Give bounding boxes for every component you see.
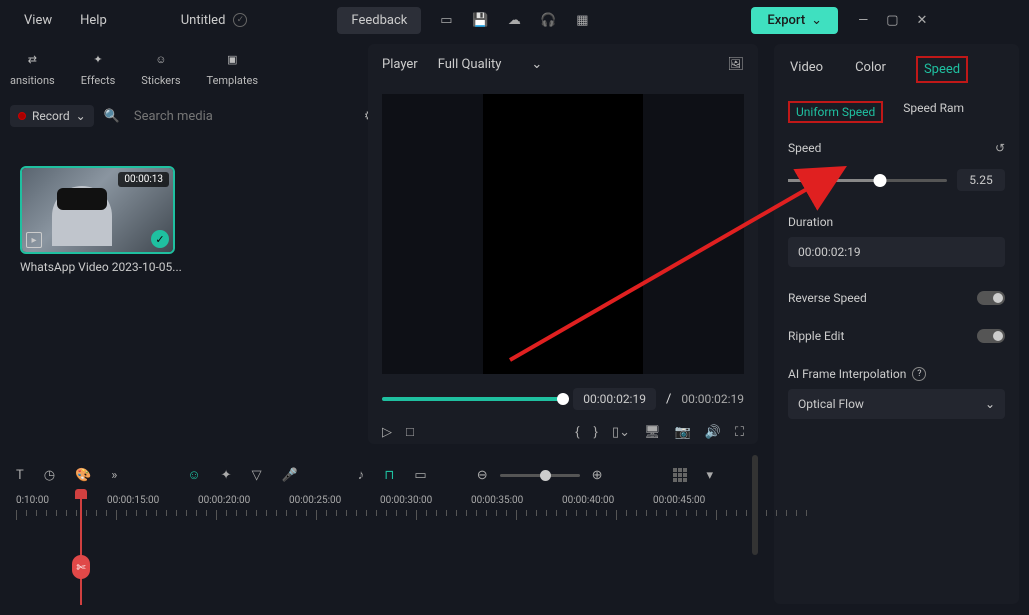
zoom-out-icon[interactable]: ⊖ — [477, 468, 488, 483]
minimize-icon[interactable]: — — [858, 13, 868, 28]
mic-icon[interactable]: 🎤 — [282, 468, 298, 483]
menu-help[interactable]: Help — [66, 7, 121, 34]
tab-transitions[interactable]: ⇄ ansitions — [10, 50, 55, 87]
tab-video[interactable]: Video — [788, 56, 825, 83]
grid-chevron-icon[interactable]: ▾ — [707, 468, 714, 483]
templates-icon: ▣ — [222, 50, 242, 70]
music-icon[interactable]: ♪ — [358, 467, 365, 483]
save-icon[interactable]: 💾 — [471, 11, 489, 29]
timeline-ruler[interactable]: 0:10:00 00:00:15:00 00:00:20:00 00:00:25… — [0, 495, 760, 535]
playhead[interactable] — [80, 495, 82, 605]
chevron-down-icon: ⌄ — [985, 397, 995, 411]
clip-duration: 00:00:13 — [118, 172, 169, 187]
project-title: Untitled — [181, 13, 226, 28]
quality-dropdown[interactable]: Full Quality⌄ — [438, 57, 543, 72]
record-button[interactable]: Record ⌄ — [10, 105, 94, 127]
zoom-in-icon[interactable]: ⊕ — [592, 468, 603, 483]
subtab-speed-ramp[interactable]: Speed Ram — [903, 101, 964, 123]
chevron-down-icon: ⌄ — [76, 109, 86, 123]
clip-name: WhatsApp Video 2023-10-05... — [20, 260, 330, 274]
magnet-icon[interactable]: ⊓ — [384, 468, 394, 483]
clip-used-icon: ✓ — [151, 230, 169, 248]
tab-effects[interactable]: ✦ Effects — [81, 50, 116, 87]
cut-marker[interactable]: ✄ — [72, 555, 90, 579]
help-icon[interactable]: ? — [912, 367, 926, 381]
interp-dropdown[interactable]: Optical Flow ⌄ — [788, 389, 1005, 419]
ripple-edit-toggle[interactable] — [977, 329, 1005, 343]
chevron-down-icon: ⌄ — [531, 57, 542, 72]
expand-icon[interactable]: » — [111, 468, 117, 483]
duration-label: Duration — [788, 215, 1005, 229]
volume-icon[interactable]: 🔊 — [705, 425, 721, 440]
tab-speed[interactable]: Speed — [916, 56, 968, 83]
tab-color[interactable]: Color — [853, 56, 888, 83]
fullscreen-icon[interactable]: ⛶ — [735, 425, 744, 440]
text-tool-icon[interactable]: T — [16, 468, 24, 483]
menu-view[interactable]: View — [10, 7, 66, 34]
cloud-icon[interactable]: ☁ — [505, 11, 523, 29]
tab-templates[interactable]: ▣ Templates — [207, 50, 258, 87]
bracket-left-icon[interactable]: { — [575, 425, 579, 440]
effects-tool-icon[interactable]: ✦ — [221, 468, 232, 483]
subtab-uniform-speed[interactable]: Uniform Speed — [788, 101, 883, 123]
timeline-scrollbar[interactable] — [752, 455, 758, 555]
tab-stickers[interactable]: ☺ Stickers — [141, 50, 180, 87]
progress-knob[interactable] — [557, 393, 569, 405]
duration-input[interactable] — [788, 237, 1005, 267]
chevron-down-icon: ⌄ — [811, 13, 822, 28]
headphones-icon[interactable]: 🎧 — [539, 11, 557, 29]
reset-icon[interactable]: ↺ — [995, 141, 1005, 155]
player-progress[interactable] — [382, 397, 563, 401]
video-badge-icon: ▸ — [26, 232, 42, 248]
apps-icon[interactable]: ▦ — [573, 11, 591, 29]
effects-icon: ✦ — [88, 50, 108, 70]
close-icon[interactable]: ✕ — [917, 13, 928, 28]
camera-icon[interactable]: 📷 — [675, 425, 691, 440]
zoom-slider[interactable] — [500, 474, 580, 477]
palette-icon[interactable]: 🎨 — [75, 468, 91, 483]
crop-tool-icon[interactable]: ▭ — [414, 468, 426, 483]
reverse-speed-label: Reverse Speed — [788, 291, 867, 305]
speed-slider-knob[interactable] — [874, 174, 887, 187]
export-button[interactable]: Export⌄ — [751, 7, 838, 34]
marker-icon[interactable]: ▽ — [252, 468, 262, 483]
ripple-edit-label: Ripple Edit — [788, 329, 844, 343]
record-dot-icon — [18, 112, 26, 120]
sync-status-icon: ✓ — [233, 13, 247, 27]
search-input[interactable] — [130, 105, 304, 128]
ai-icon[interactable]: ☺ — [187, 467, 200, 483]
time-separator: / — [666, 392, 671, 407]
media-clip-thumbnail[interactable]: 00:00:13 ▸ ✓ — [20, 166, 175, 254]
maximize-icon[interactable]: ▢ — [886, 13, 898, 28]
display-icon[interactable]: 🖥 — [644, 425, 661, 440]
crop-icon[interactable]: ▯⌄ — [612, 425, 630, 440]
zoom-knob[interactable] — [540, 470, 551, 481]
search-icon[interactable]: 🔍 — [104, 109, 120, 124]
player-label: Player — [382, 57, 418, 72]
reverse-speed-toggle[interactable] — [977, 291, 1005, 305]
play-icon[interactable]: ▷ — [382, 425, 392, 440]
speed-slider[interactable] — [788, 179, 947, 182]
current-time: 00:00:02:19 — [573, 388, 656, 410]
feedback-button[interactable]: Feedback — [337, 7, 421, 34]
player-viewport[interactable] — [382, 94, 744, 374]
speed-label: Speed — [788, 141, 821, 155]
video-frame — [483, 94, 643, 374]
transitions-icon: ⇄ — [22, 50, 42, 70]
snapshot-icon[interactable]: 🖼 — [727, 57, 744, 72]
interp-label: AI Frame Interpolation — [788, 367, 906, 381]
monitor-icon[interactable]: ▭ — [437, 11, 455, 29]
bracket-right-icon[interactable]: } — [594, 425, 598, 440]
speed-value[interactable]: 5.25 — [957, 169, 1005, 191]
timer-icon[interactable]: ◷ — [44, 468, 55, 483]
stop-icon[interactable]: □ — [406, 424, 414, 440]
stickers-icon: ☺ — [151, 50, 171, 70]
grid-view-icon[interactable] — [673, 468, 687, 482]
total-time: 00:00:02:19 — [681, 392, 744, 406]
